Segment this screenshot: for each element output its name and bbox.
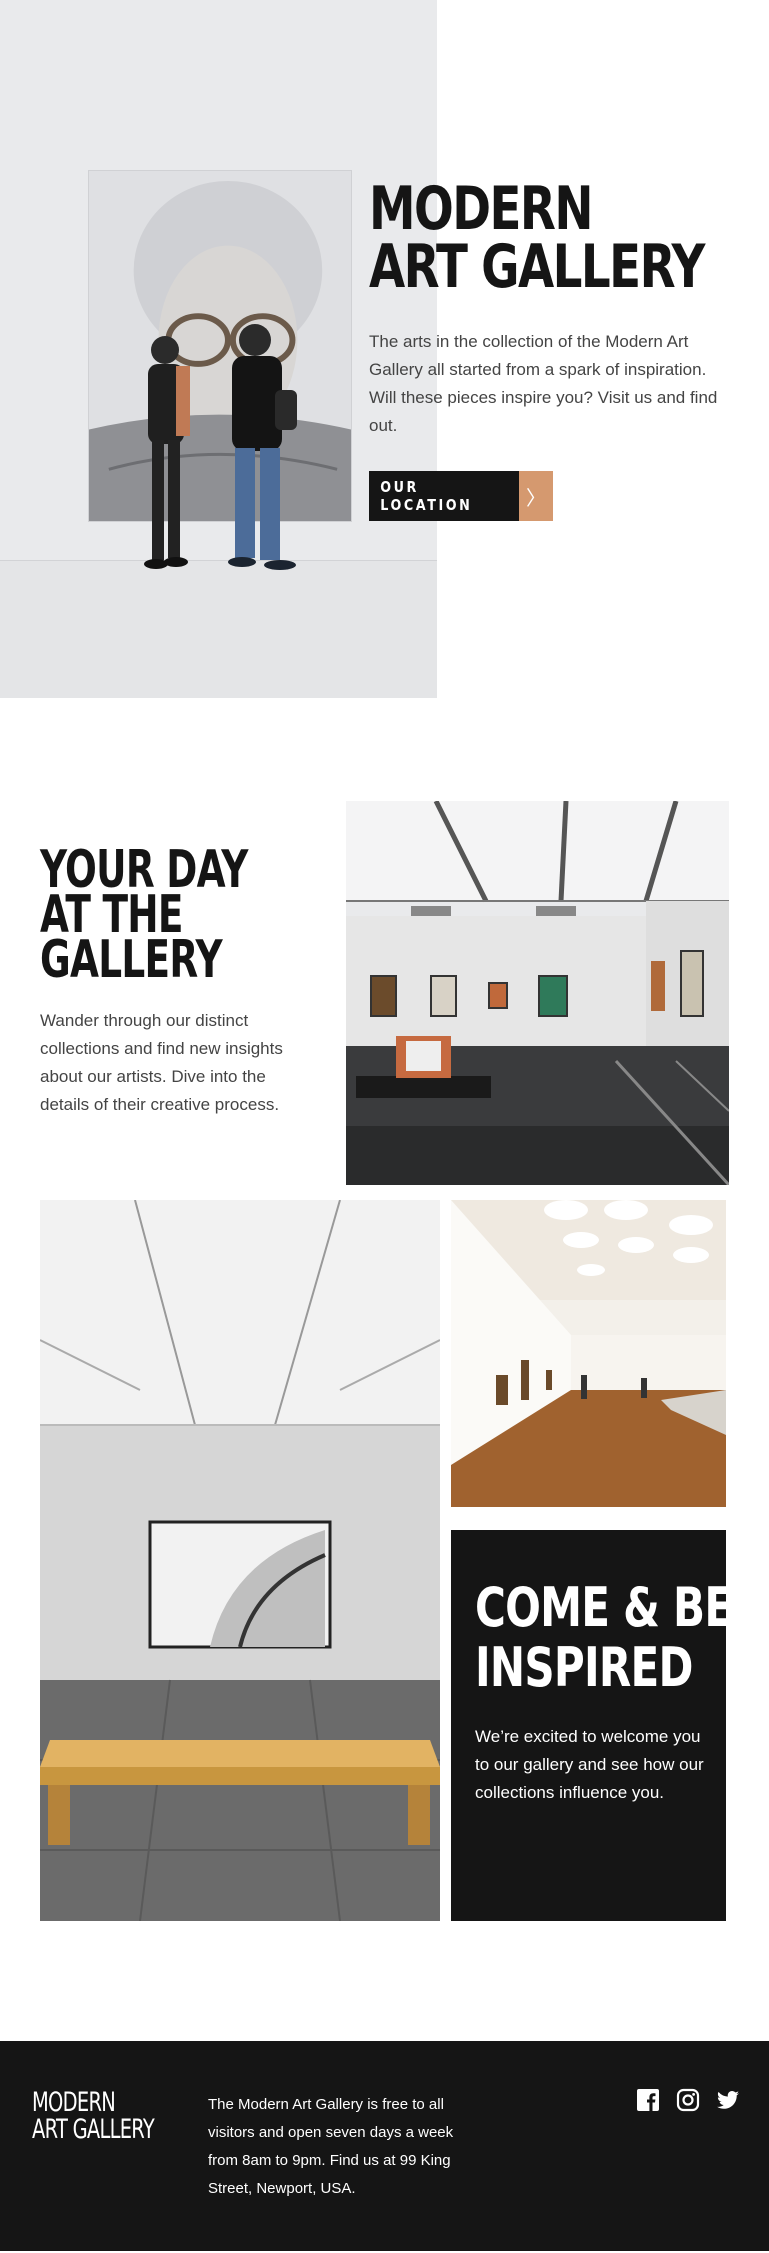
twitter-icon[interactable] <box>716 2088 740 2112</box>
inspired-card: COME & BE INSPIRED We’re excited to welc… <box>451 1530 733 1921</box>
inspired-description: We’re excited to welcome you to our gall… <box>475 1727 704 1802</box>
instagram-icon[interactable] <box>676 2088 700 2112</box>
day-title: YOUR DAY AT THE GALLERY <box>40 844 248 990</box>
footer-logo-line2: ART GALLERY <box>32 2114 155 2145</box>
arrow-right-icon: 〉 <box>519 471 553 521</box>
day-title-line3: GALLERY <box>40 930 223 990</box>
gallery-bench-image <box>40 1200 440 1921</box>
hero-title: MODERN ART GALLERY <box>369 174 705 302</box>
inspired-title-line2: INSPIRED <box>475 1636 694 1699</box>
footer: MODERN ART GALLERY The Modern Art Galler… <box>0 2041 769 2251</box>
facebook-icon[interactable] <box>636 2088 660 2112</box>
gallery-corridor-image <box>451 1200 726 1507</box>
our-location-button[interactable]: OUR LOCATION 〉 <box>369 471 553 521</box>
hero-visitors <box>110 320 330 600</box>
footer-logo[interactable]: MODERN ART GALLERY <box>32 2087 155 2145</box>
gallery-hall-image <box>346 801 729 1185</box>
hero-title-line2: ART GALLERY <box>369 232 705 302</box>
day-description: Wander through our distinct collections … <box>40 1011 283 1114</box>
hero-title-line1: MODERN <box>369 174 594 244</box>
footer-logo-line1: MODERN <box>32 2087 116 2118</box>
hero-description: The arts in the collection of the Modern… <box>369 332 718 435</box>
our-location-label: OUR LOCATION <box>369 471 519 521</box>
footer-info: The Modern Art Gallery is free to all vi… <box>208 2096 454 2197</box>
inspired-title: COME & BE INSPIRED <box>475 1576 733 1699</box>
inspired-title-line1: COME & BE <box>475 1576 733 1639</box>
